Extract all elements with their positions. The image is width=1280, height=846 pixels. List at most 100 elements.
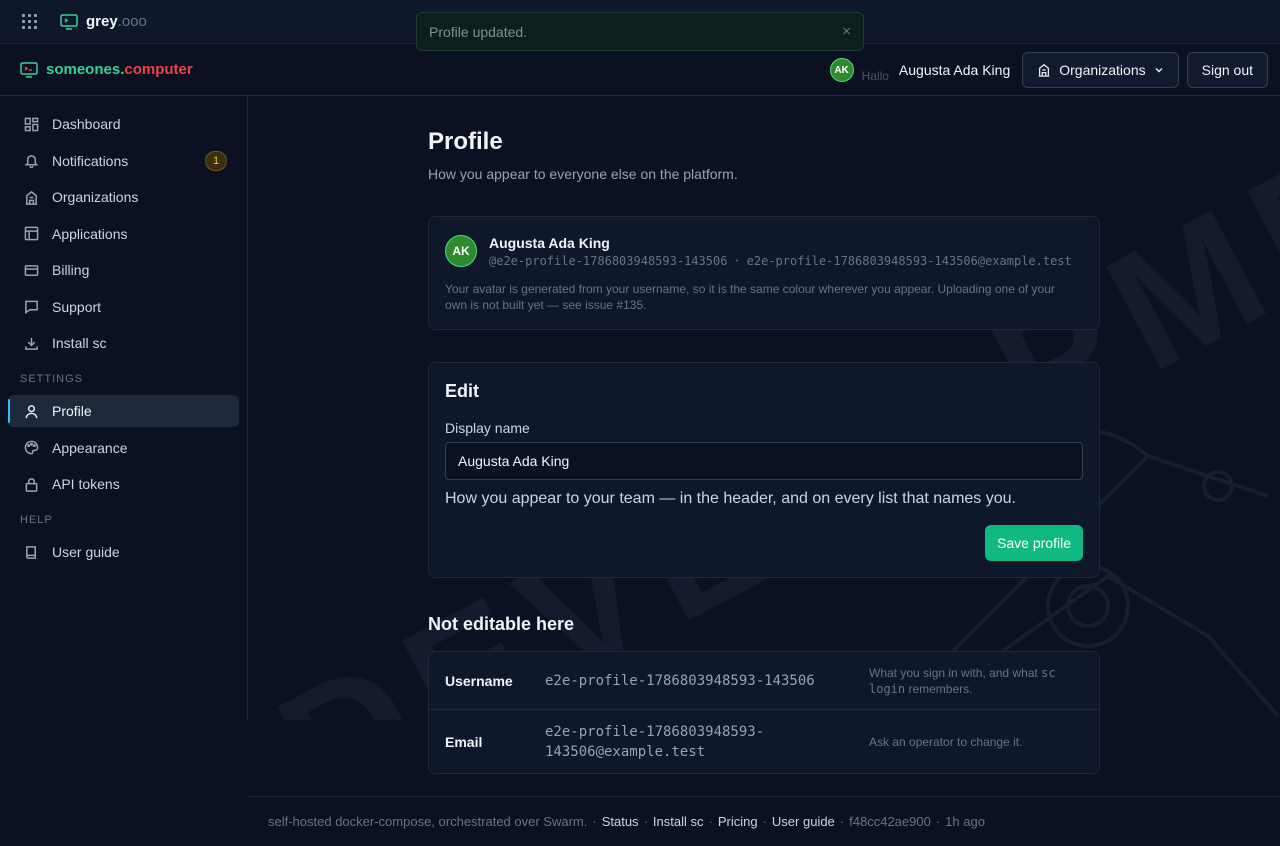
edit-title: Edit (445, 381, 479, 401)
row-key: Username (445, 672, 513, 689)
footer-separator: · (592, 814, 597, 829)
sidebar-item-label: API tokens (52, 476, 120, 492)
notification-count-badge: 1 (205, 150, 227, 171)
building-icon (1038, 63, 1050, 77)
avatar-note: Your avatar is generated from your usern… (445, 282, 1055, 312)
table-row-email: Email e2e-profile-1786803948593-143506@e… (429, 709, 1099, 773)
profile-handle: @e2e-profile-1786803948593-143506 (489, 254, 728, 268)
help-section-label: HELP (20, 514, 53, 526)
sidebar-item-install-sc[interactable]: Install sc (8, 327, 239, 359)
brand-part-1: someones. (46, 61, 125, 78)
sidebar-item-applications[interactable]: Applications (8, 218, 239, 250)
layout-icon (24, 226, 39, 241)
edit-profile-card: Edit Display name How you appear to your… (428, 362, 1100, 578)
meta-separator: · (733, 254, 741, 268)
platform-suffix: .ooo (117, 13, 147, 30)
footer-link-pricing[interactable]: Pricing (718, 814, 758, 829)
sidebar-item-label: Billing (52, 262, 90, 278)
footer-prefix: self-hosted docker-compose, orchestrated… (268, 814, 588, 829)
sidebar-item-api-tokens[interactable]: API tokens (8, 468, 239, 500)
row-note-pre: What you sign in with, and what (869, 665, 1042, 680)
bell-icon (24, 155, 39, 168)
chat-icon (25, 300, 38, 314)
footer: self-hosted docker-compose, orchestrated… (248, 796, 1280, 846)
footer-link-user-guide[interactable]: User guide (772, 814, 835, 829)
row-note-post: remembers. (905, 681, 973, 696)
download-icon (25, 337, 38, 350)
sidebar-item-label: Appearance (52, 439, 128, 456)
row-note: Ask an operator to change it. (869, 734, 1023, 749)
toast-message: Profile updated. (429, 23, 528, 40)
footer-separator: · (762, 814, 767, 829)
platform-logo[interactable]: grey.ooo (60, 13, 147, 30)
organizations-dropdown[interactable]: Organizations (1022, 52, 1179, 88)
display-name-label: Display name (445, 420, 530, 436)
sidebar-item-profile[interactable]: Profile (8, 395, 239, 427)
footer-age: 1h ago (945, 814, 985, 829)
footer-link-status[interactable]: Status (602, 814, 639, 829)
sidebar-item-organizations[interactable]: Organizations (8, 181, 239, 213)
footer-separator: · (643, 814, 648, 829)
book-icon (26, 545, 36, 559)
header-user-name: Augusta Ada King (898, 62, 1011, 78)
sidebar-item-user-guide[interactable]: User guide (8, 536, 239, 568)
chevron-down-icon (1155, 67, 1163, 73)
sidebar-item-appearance[interactable]: Appearance (8, 432, 239, 464)
dashboard-icon (24, 117, 39, 131)
profile-email: e2e-profile-1786803948593-143506@example… (746, 254, 1072, 268)
footer-separator: · (839, 814, 845, 829)
avatar[interactable]: AK (829, 58, 854, 82)
profile-summary-card: AK Augusta Ada King @e2e-profile-1786803… (428, 216, 1100, 330)
palette-icon (24, 440, 39, 455)
sidebar-item-label: Organizations (52, 189, 139, 205)
profile-name: Augusta Ada King (489, 235, 610, 251)
row-value: e2e-profile-1786803948593-143506 (545, 672, 815, 689)
footer-separator: · (708, 814, 713, 829)
greeting: Hallo (861, 69, 889, 83)
toast-notification: Profile updated. × (416, 12, 864, 51)
organizations-label: Organizations (1059, 62, 1146, 78)
apps-grid-icon[interactable] (22, 13, 38, 30)
sign-out-button[interactable]: Sign out (1186, 52, 1268, 88)
settings-section-label: SETTINGS (20, 373, 84, 385)
terminal-monitor-icon (60, 13, 78, 30)
brand-logo[interactable]: someones.computer (20, 61, 193, 78)
app-header: someones.computer AK Hallo Augusta Ada K… (0, 44, 1280, 96)
credit-card-icon (24, 264, 39, 276)
sidebar-item-label: User guide (52, 544, 120, 560)
avatar: AK (445, 235, 477, 267)
save-profile-button[interactable]: Save profile (985, 525, 1083, 561)
sidebar-item-label: Profile (52, 403, 92, 419)
display-name-help: How you appear to your team — in the hea… (445, 490, 1016, 507)
row-value: e2e-profile-1786803948593-143506@example… (545, 723, 765, 760)
sidebar-item-label: Support (52, 298, 102, 315)
close-icon[interactable]: × (842, 23, 851, 40)
brand-part-2: computer (124, 61, 193, 78)
sidebar-item-label: Install sc (52, 335, 107, 351)
sidebar-item-label: Dashboard (52, 116, 121, 132)
terminal-monitor-icon (20, 61, 38, 78)
display-name-input[interactable] (445, 442, 1083, 480)
sidebar-item-billing[interactable]: Billing (8, 254, 239, 286)
profile-meta: @e2e-profile-1786803948593-143506 · e2e-pr… (489, 254, 1072, 268)
sidebar-item-notifications[interactable]: Notifications 1 (8, 145, 239, 177)
page-title: Profile (428, 128, 503, 155)
not-editable-title: Not editable here (428, 614, 575, 634)
row-key: Email (445, 733, 483, 750)
lock-icon (25, 477, 38, 492)
sidebar-item-support[interactable]: Support (8, 291, 239, 323)
platform-name: grey (86, 13, 118, 30)
table-row-username: Username e2e-profile-1786803948593-14350… (429, 652, 1099, 709)
main-content: Profile How you appear to everyone else … (428, 96, 1100, 774)
sidebar-item-label: Notifications (52, 152, 129, 169)
footer-separator: · (935, 814, 941, 829)
user-icon (25, 404, 38, 418)
footer-commit: f48cc42ae900 (849, 814, 931, 829)
building-icon (25, 190, 38, 205)
page-subtitle: How you appear to everyone else on the p… (428, 166, 738, 182)
footer-link-install-sc[interactable]: Install sc (653, 814, 704, 829)
row-note: What you sign in with, and what sc login… (869, 665, 1089, 697)
sidebar-item-dashboard[interactable]: Dashboard (8, 108, 239, 140)
not-editable-table: Username e2e-profile-1786803948593-14350… (428, 651, 1100, 774)
sidebar: Dashboard Notifications 1 Organizations … (0, 96, 248, 720)
